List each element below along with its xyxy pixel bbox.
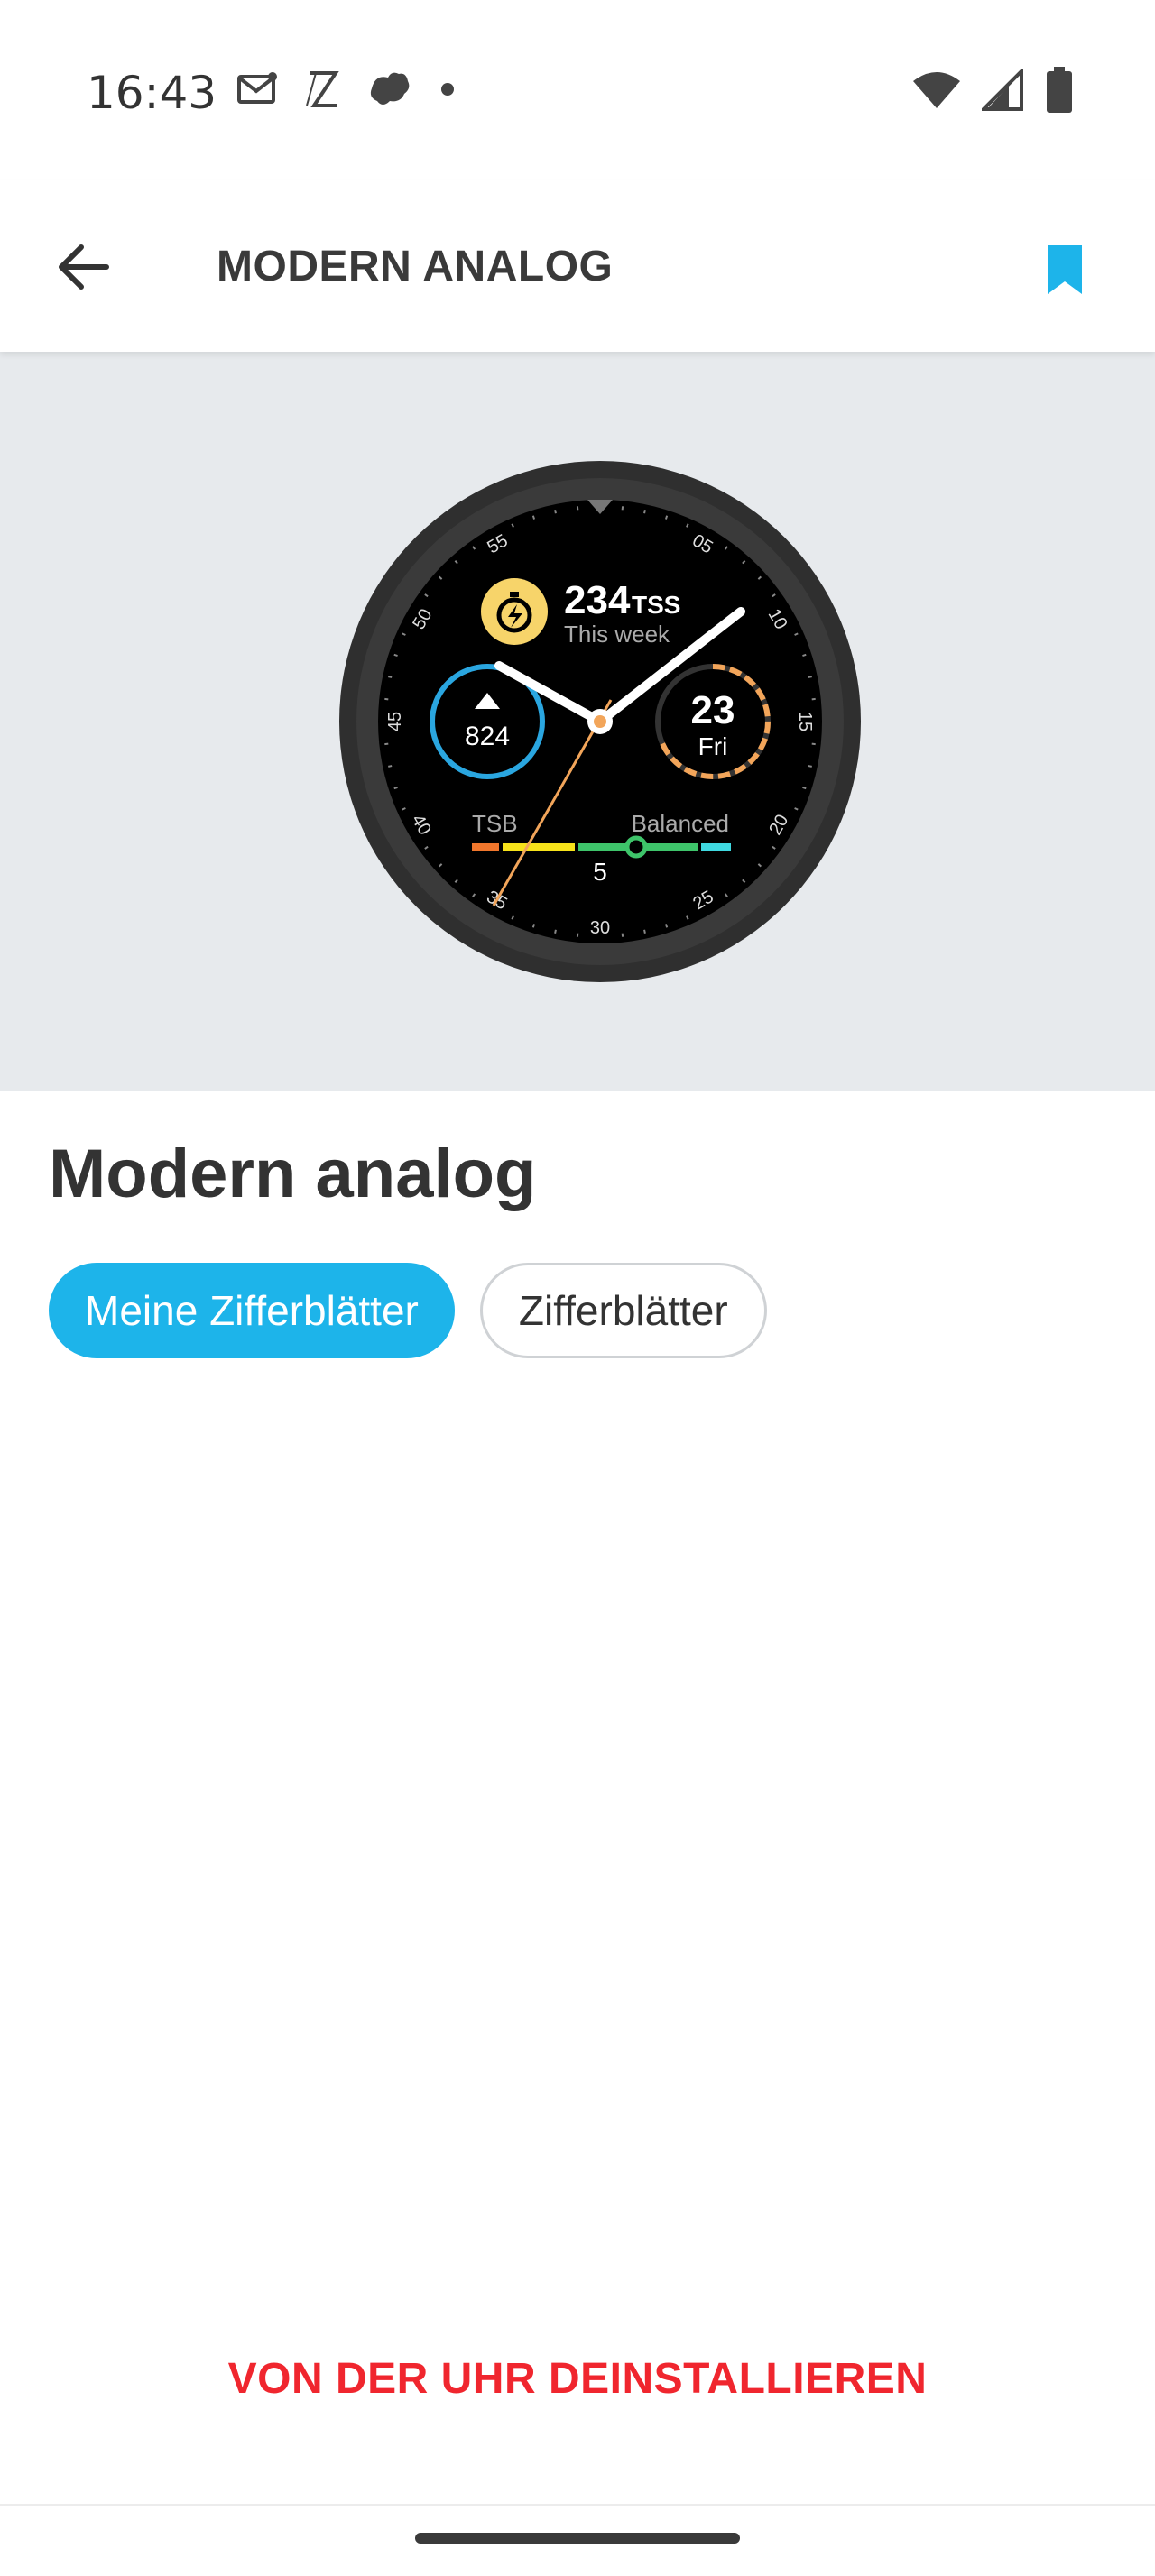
bookmark-button[interactable] <box>1038 238 1092 301</box>
dial-tick <box>554 510 557 514</box>
tsb-value: 5 <box>593 858 607 886</box>
status-bar: 16:43 <box>0 0 1155 180</box>
dial-tick <box>531 515 536 520</box>
back-button[interactable] <box>51 235 116 299</box>
dial-tick <box>808 765 812 768</box>
bookmark-icon <box>1048 245 1082 294</box>
tsb-indicator <box>624 835 648 859</box>
tsb-status: Balanced <box>632 810 729 837</box>
dial-tick <box>643 510 646 514</box>
home-indicator[interactable] <box>415 2533 740 2544</box>
tss-unit: TSS <box>632 591 680 619</box>
watch-face-name: Modern analog <box>49 1136 537 1212</box>
dial-tick <box>802 653 807 658</box>
notification-dot-icon <box>441 83 454 96</box>
arrow-left-icon <box>59 244 109 290</box>
dial-tick <box>531 924 536 928</box>
chip-my-watch-faces[interactable]: Meine Zifferblätter <box>49 1263 455 1358</box>
signal-icon <box>982 69 1023 111</box>
watch-face-image: 0510152025303540455055 234 TSS This week… <box>339 461 861 982</box>
gmail-icon <box>237 72 277 104</box>
app-bar: MODERN ANALOG <box>0 180 1155 352</box>
status-time: 16:43 <box>87 67 217 119</box>
dial-number: 45 <box>385 712 405 731</box>
watch-face-preview: 0510152025303540455055 234 TSS This week… <box>0 352 1155 1091</box>
bird-app-icon <box>370 72 410 105</box>
dial-tick <box>664 924 669 928</box>
ascent-value: 824 <box>465 722 510 751</box>
status-notification-icons <box>236 69 457 110</box>
tsb-label: TSB <box>472 810 518 837</box>
tss-period: This week <box>564 621 670 648</box>
dial-tick <box>393 653 398 658</box>
dial-tick <box>388 765 393 768</box>
dial-tick <box>554 929 557 934</box>
tss-value: 234 <box>564 578 631 622</box>
page-title: MODERN ANALOG <box>217 243 614 290</box>
category-chips: Meine Zifferblätter Zifferblätter <box>49 1263 767 1358</box>
dial-tick <box>802 786 807 790</box>
dial-number: 15 <box>795 712 815 731</box>
uninstall-button[interactable]: VON DER UHR DEINSTALLIEREN <box>0 2354 1155 2404</box>
chip-watch-faces[interactable]: Zifferblätter <box>479 1263 767 1358</box>
dial-tick <box>808 676 812 678</box>
battery-icon <box>1047 67 1072 113</box>
wifi-icon <box>913 72 960 108</box>
dial-tick <box>393 786 398 790</box>
bottom-divider <box>0 2504 1155 2506</box>
dial-tick <box>664 515 669 520</box>
z-app-icon <box>306 71 339 107</box>
dial-tick <box>388 676 393 678</box>
dial-number: 30 <box>590 918 610 938</box>
status-system-icons <box>911 67 1074 114</box>
dial-tick <box>643 929 646 934</box>
date-weekday: Fri <box>698 732 728 760</box>
date-day: 23 <box>691 688 735 732</box>
